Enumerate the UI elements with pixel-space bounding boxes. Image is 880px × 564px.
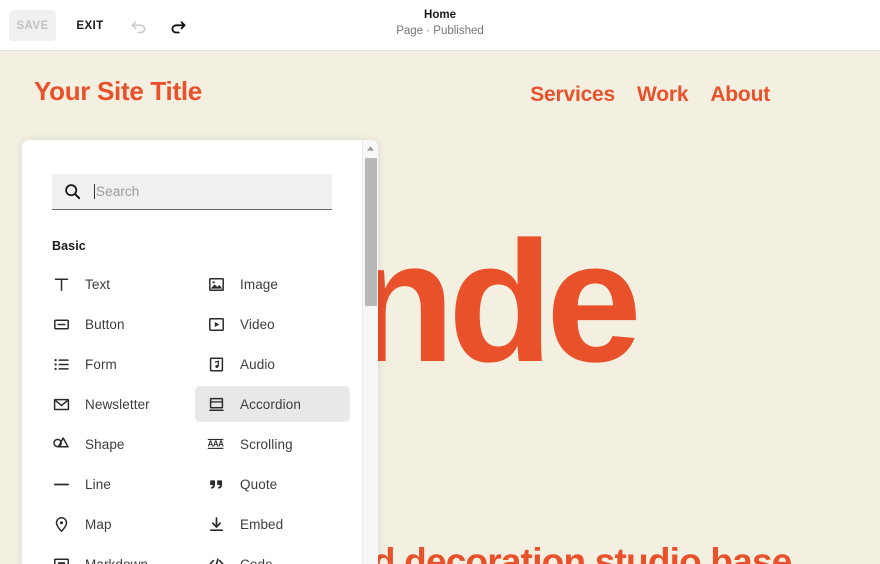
- save-button[interactable]: SAVE: [9, 10, 56, 41]
- text-icon: [52, 275, 70, 293]
- image-icon: [207, 275, 225, 293]
- block-label: Form: [85, 356, 117, 372]
- block-item-video[interactable]: Video: [195, 306, 350, 342]
- block-label: Accordion: [240, 396, 301, 412]
- scroll-up-arrow-icon: [366, 145, 375, 152]
- block-item-button[interactable]: Button: [40, 306, 195, 342]
- button-icon: [52, 315, 70, 333]
- search-placeholder: Search: [96, 184, 140, 199]
- scrollbar-thumb[interactable]: [365, 158, 377, 306]
- scroll-up-button[interactable]: [363, 140, 378, 156]
- block-item-code[interactable]: Code: [195, 546, 350, 564]
- embed-icon: [207, 515, 225, 533]
- app-root: SAVE EXIT Home Page · Published Your Sit…: [0, 0, 880, 564]
- block-item-audio[interactable]: Audio: [195, 346, 350, 382]
- exit-button[interactable]: EXIT: [68, 10, 112, 41]
- block-item-newsletter[interactable]: Newsletter: [40, 386, 195, 422]
- block-item-embed[interactable]: Embed: [195, 506, 350, 542]
- search-field[interactable]: Search: [52, 174, 332, 210]
- block-item-image[interactable]: Image: [195, 266, 350, 302]
- block-label: Map: [85, 516, 112, 532]
- svg-text:AAA: AAA: [208, 439, 225, 448]
- block-label: Markdown: [85, 556, 149, 564]
- line-icon: [52, 475, 70, 493]
- block-picker-panel: Search Basic Text Image Button Video For…: [22, 140, 378, 564]
- accordion-icon: [207, 395, 225, 413]
- shape-icon: [52, 435, 70, 453]
- map-pin-icon: [52, 515, 70, 533]
- block-label: Button: [85, 316, 125, 332]
- block-item-accordion[interactable]: Accordion: [195, 386, 350, 422]
- block-picker-scrollport: Search Basic Text Image Button Video For…: [22, 140, 362, 564]
- panel-scrollbar[interactable]: [362, 140, 378, 564]
- block-item-text[interactable]: Text: [40, 266, 195, 302]
- markdown-icon: [52, 555, 70, 564]
- undo-button[interactable]: [125, 12, 153, 40]
- block-label: Embed: [240, 516, 284, 532]
- redo-button[interactable]: [164, 12, 192, 40]
- video-icon: [207, 315, 225, 333]
- block-list: Text Image Button Video Form Audio Newsl…: [40, 264, 350, 564]
- scrolling-icon: AAA: [207, 435, 225, 453]
- nav-link-about[interactable]: About: [710, 83, 770, 107]
- site-title[interactable]: Your Site Title: [34, 76, 202, 107]
- block-item-markdown[interactable]: Markdown: [40, 546, 195, 564]
- form-icon: [52, 355, 70, 373]
- nav-link-work[interactable]: Work: [637, 83, 689, 107]
- block-label: Video: [240, 316, 275, 332]
- hero-headline[interactable]: nde: [350, 216, 642, 388]
- block-label: Image: [240, 276, 279, 292]
- block-item-quote[interactable]: Quote: [195, 466, 350, 502]
- nav-link-services[interactable]: Services: [530, 83, 615, 107]
- block-label: Text: [85, 276, 111, 292]
- block-label: Code: [240, 556, 273, 564]
- block-label: Line: [85, 476, 111, 492]
- block-label: Shape: [85, 436, 125, 452]
- block-item-map[interactable]: Map: [40, 506, 195, 542]
- redo-arrow-icon: [168, 16, 188, 36]
- section-label-basic: Basic: [52, 239, 86, 253]
- block-label: Audio: [240, 356, 276, 372]
- newsletter-icon: [52, 395, 70, 413]
- block-item-line[interactable]: Line: [40, 466, 195, 502]
- site-nav: Services Work About: [530, 83, 770, 107]
- code-icon: [207, 555, 225, 564]
- search-icon: [64, 183, 81, 200]
- undo-arrow-icon: [129, 16, 149, 36]
- editor-toolbar: SAVE EXIT Home Page · Published: [0, 0, 880, 51]
- search-caret: [94, 184, 95, 199]
- quote-icon: [207, 475, 225, 493]
- audio-icon: [207, 355, 225, 373]
- block-label: Quote: [240, 476, 278, 492]
- block-label: Scrolling: [240, 436, 293, 452]
- block-item-scrolling[interactable]: AAA Scrolling: [195, 426, 350, 462]
- block-item-form[interactable]: Form: [40, 346, 195, 382]
- block-label: Newsletter: [85, 396, 150, 412]
- block-item-shape[interactable]: Shape: [40, 426, 195, 462]
